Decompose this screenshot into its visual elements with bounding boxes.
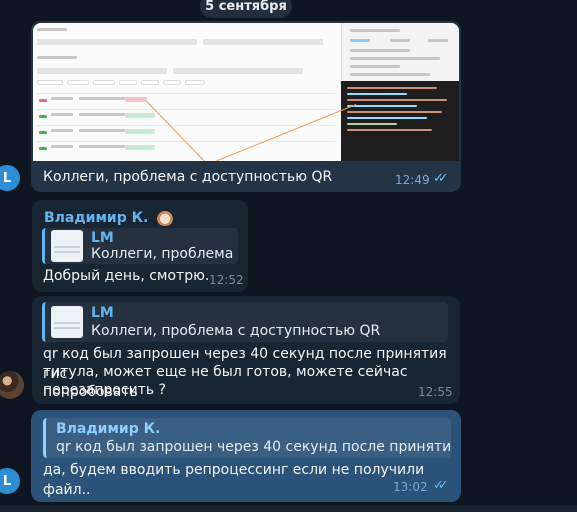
date-separator: 5 сентября (200, 0, 292, 18)
reply-author: Владимир К. (56, 421, 161, 437)
screenshot-code-panel (341, 81, 459, 161)
reply-thumbnail (51, 230, 83, 262)
message-text-line: перезапросить ? (43, 382, 166, 398)
composer-edge (0, 505, 577, 512)
avatar[interactable] (0, 371, 24, 399)
message-time: 12:52 (209, 273, 244, 287)
message-bubble-screenshot[interactable]: Коллеги, проблема с доступностью QR 12:4… (31, 21, 461, 192)
reply-snippet: qr код был запрошен через 40 секунд посл… (56, 439, 450, 455)
message-bubble[interactable]: LM Коллеги, проблема с доступностью QR q… (32, 296, 460, 404)
sender-name[interactable]: Владимир К. (44, 207, 174, 226)
chat-history[interactable]: 5 сентября Коллеги, проблема с доступнос… (0, 0, 577, 512)
attached-screenshot-image[interactable] (33, 23, 459, 161)
message-time: 12:55 (418, 385, 453, 399)
message-bubble[interactable]: Владимир К. qr код был запрошен через 40… (31, 410, 461, 502)
reply-preview[interactable]: LM Коллеги, проблема с доступностью QR (42, 302, 448, 342)
reply-author: LM (91, 305, 114, 321)
message-text: Коллеги, проблема с доступностью QR (43, 169, 333, 185)
double-check-icon: ✓✓ (433, 171, 449, 186)
avatar[interactable]: L (0, 468, 20, 494)
message-time: 13:02 (393, 480, 428, 494)
reply-preview[interactable]: LM Коллеги, проблема с ... (42, 228, 238, 264)
double-check-icon: ✓✓ (433, 478, 449, 493)
cat-emoji-icon (155, 209, 174, 226)
message-time: 12:49 (395, 173, 430, 187)
reply-snippet: Коллеги, проблема с ... (91, 246, 237, 262)
message-text: Добрый день, смотрю. (43, 268, 210, 284)
screenshot-left-pane (33, 23, 341, 161)
reply-author: LM (91, 230, 114, 246)
reply-thumbnail (51, 306, 83, 338)
message-bubble[interactable]: Владимир К. LM Коллеги, проблема с ... Д… (32, 200, 248, 292)
avatar[interactable]: L (0, 165, 20, 191)
reply-preview[interactable]: Владимир К. qr код был запрошен через 40… (43, 418, 451, 458)
reply-snippet: Коллеги, проблема с доступностью QR (91, 323, 381, 339)
